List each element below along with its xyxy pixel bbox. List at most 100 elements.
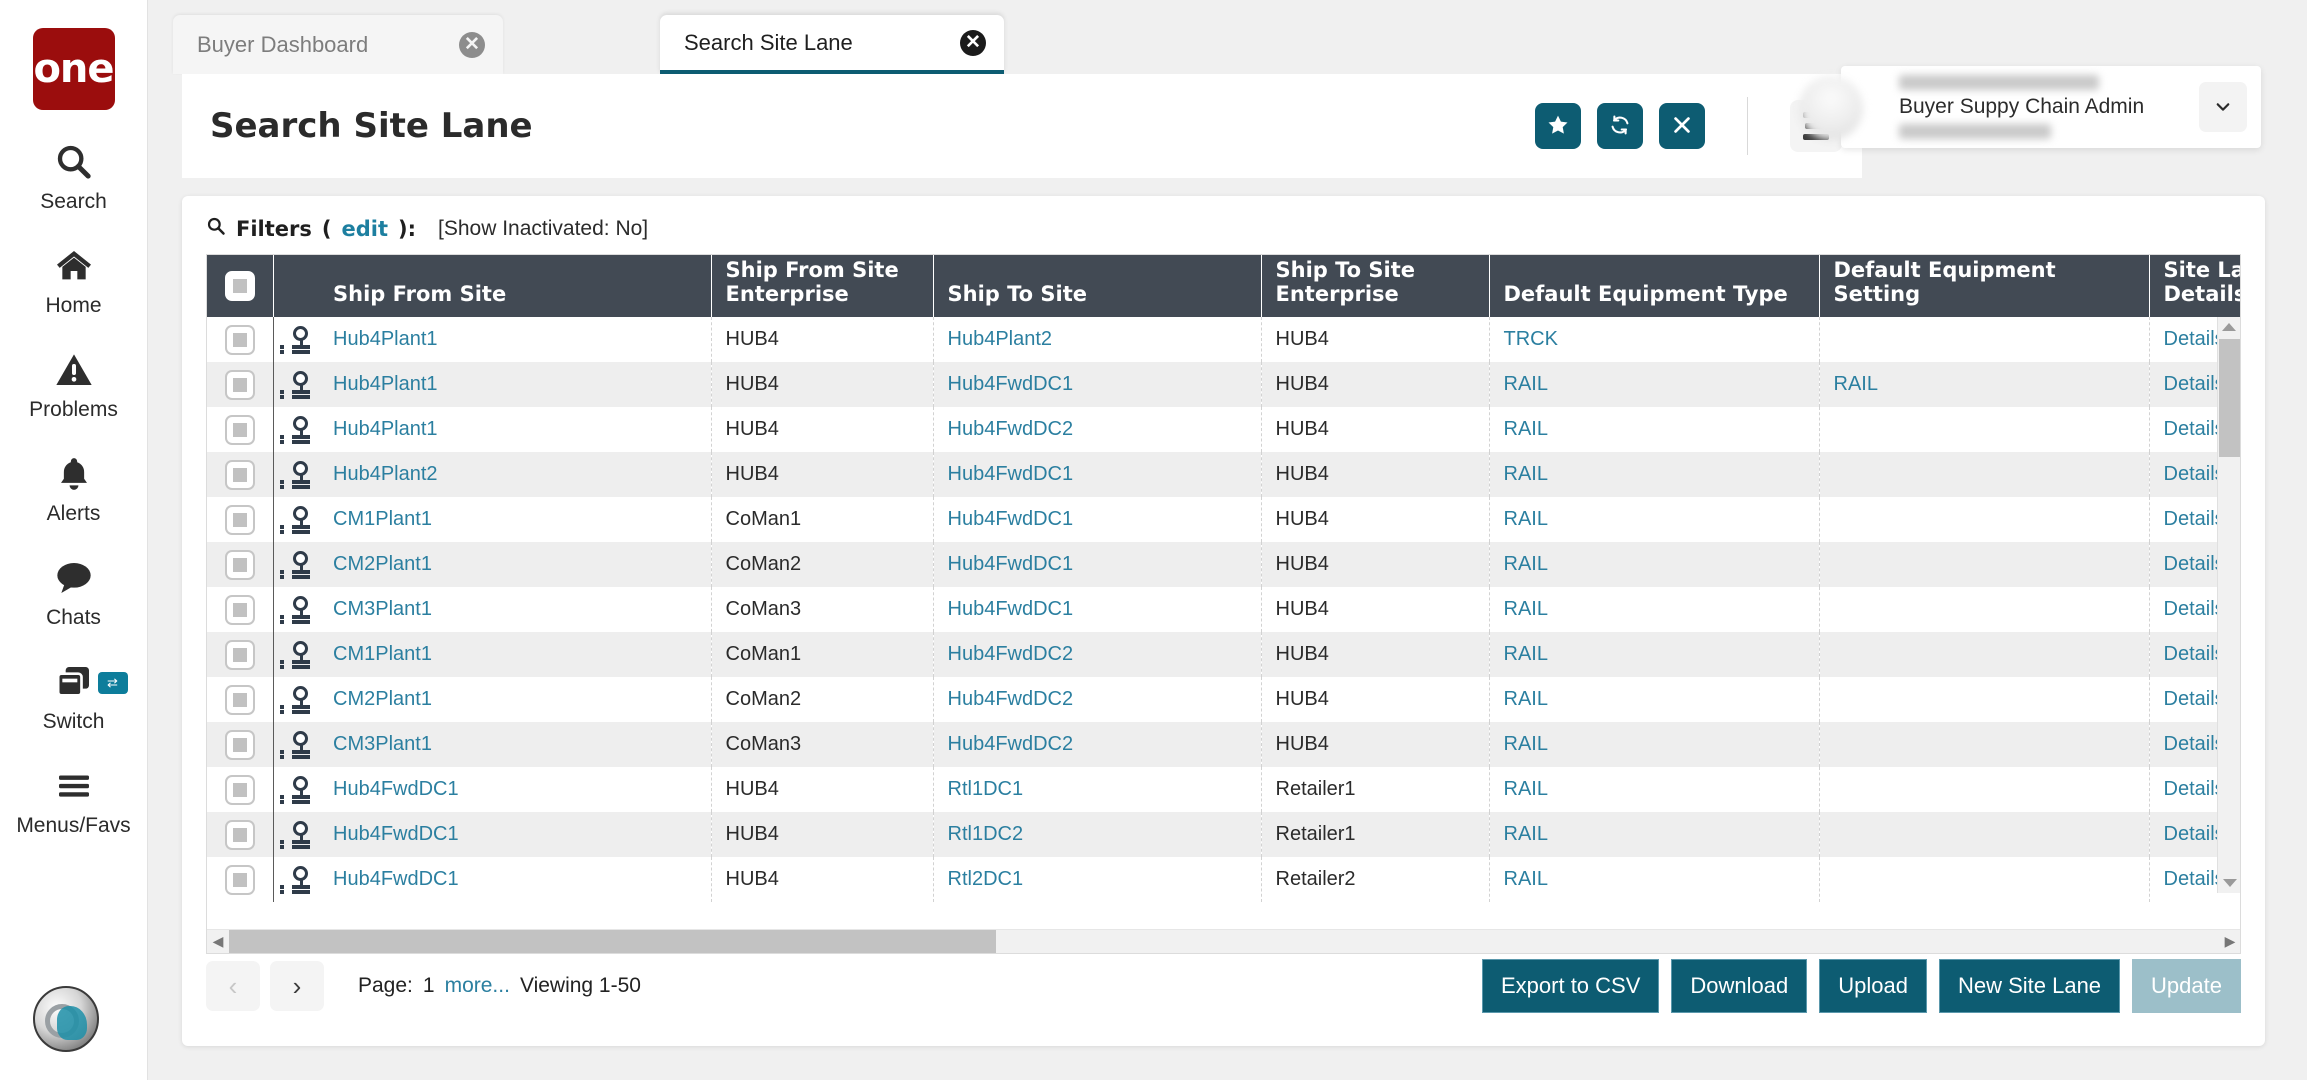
scroll-down-arrow[interactable] [2218,873,2240,893]
equipment-type-link[interactable]: RAIL [1504,418,1548,440]
equipment-type-link[interactable]: RAIL [1504,598,1548,620]
sidebar-item-chats[interactable]: Chats [0,556,148,630]
equipment-type-link[interactable]: RAIL [1504,508,1548,530]
equipment-type-link[interactable]: RAIL [1504,733,1548,755]
close-button[interactable] [1659,103,1705,149]
ship-to-site-link[interactable]: Hub4FwdDC1 [948,508,1074,530]
swap-arrows-icon[interactable]: ⇄ [97,672,128,694]
equipment-type-link[interactable]: RAIL [1504,778,1548,800]
tab-search-site-lane[interactable]: Search Site Lane ✕ [660,15,1004,74]
sidebar-item-alerts[interactable]: Alerts [0,452,148,526]
ship-from-site-link[interactable]: CM3Plant1 [333,733,432,755]
details-link[interactable]: Details [2164,598,2225,620]
close-circle-icon[interactable]: ✕ [960,29,986,56]
table-row[interactable]: Hub4Plant2 HUB4 Hub4FwdDC1 HUB4 RAIL Details [207,452,2240,497]
ship-to-site-link[interactable]: Rtl2DC1 [948,868,1024,890]
table-row[interactable]: Hub4Plant1 HUB4 Hub4FwdDC1 HUB4 RAIL RAIL Deta… [207,362,2240,407]
column-header-ship-from-site-enterprise[interactable]: Ship From Site Enterprise [711,255,934,317]
row-checkbox[interactable] [224,639,255,670]
table-row[interactable]: CM1Plant1 CoMan1 Hub4FwdDC1 HUB4 RAIL Details [207,497,2240,542]
equipment-setting-link[interactable]: RAIL [1834,373,1878,395]
previous-page-button[interactable]: ‹ [206,961,260,1011]
details-link[interactable]: Details [2164,508,2225,530]
row-checkbox[interactable] [224,864,255,895]
equipment-type-link[interactable]: RAIL [1504,553,1548,575]
row-checkbox[interactable] [224,324,255,355]
ship-from-site-link[interactable]: CM3Plant1 [333,598,432,620]
column-header-default-equipment-type[interactable]: Default Equipment Type [1489,255,1820,317]
sidebar-item-menus-favs[interactable]: Menus/Favs [0,764,148,838]
table-row[interactable]: CM3Plant1 CoMan3 Hub4FwdDC1 HUB4 RAIL Details [207,587,2240,632]
row-checkbox[interactable] [224,414,255,445]
equipment-type-link[interactable]: RAIL [1504,643,1548,665]
download-button[interactable]: Download [1671,959,1808,1013]
ship-from-site-link[interactable]: CM2Plant1 [333,688,432,710]
refresh-button[interactable] [1597,103,1643,149]
equipment-type-link[interactable]: RAIL [1504,373,1548,395]
ship-from-site-link[interactable]: Hub4FwdDC1 [333,778,459,800]
ship-to-site-link[interactable]: Hub4FwdDC2 [948,733,1074,755]
column-header-ship-to-site[interactable]: Ship To Site [933,255,1262,317]
ship-to-site-link[interactable]: Rtl1DC1 [948,778,1024,800]
row-checkbox[interactable] [224,684,255,715]
column-header-site-lane-details[interactable]: Site Lane Details [2149,255,2240,317]
table-vertical-scrollbar[interactable] [2217,317,2240,893]
ship-to-site-link[interactable]: Hub4FwdDC1 [948,598,1074,620]
tab-buyer-dashboard[interactable]: Buyer Dashboard ✕ [173,15,503,74]
table-row[interactable]: CM3Plant1 CoMan3 Hub4FwdDC2 HUB4 RAIL Details [207,722,2240,767]
table-row[interactable]: Hub4Plant1 HUB4 Hub4Plant2 HUB4 TRCK Details [207,317,2240,362]
equipment-type-link[interactable]: TRCK [1504,328,1558,350]
row-checkbox[interactable] [224,459,255,490]
ship-to-site-link[interactable]: Hub4FwdDC1 [948,553,1074,575]
column-header-ship-to-site-enterprise[interactable]: Ship To Site Enterprise [1261,255,1490,317]
more-pages-link[interactable]: more... [445,974,510,998]
chevron-down-icon[interactable] [2199,82,2247,132]
page-number[interactable]: 1 [423,974,435,998]
app-logo[interactable]: one [32,28,115,110]
table-row[interactable]: CM1Plant1 CoMan1 Hub4FwdDC2 HUB4 RAIL Details [207,632,2240,677]
close-circle-icon[interactable]: ✕ [459,31,485,58]
equipment-type-link[interactable]: RAIL [1504,463,1548,485]
column-header-default-equipment-setting[interactable]: Default Equipment Setting [1819,255,2150,317]
ship-from-site-link[interactable]: CM2Plant1 [333,553,432,575]
details-link[interactable]: Details [2164,823,2225,845]
ship-from-site-link[interactable]: Hub4Plant1 [333,328,438,350]
ship-to-site-link[interactable]: Hub4FwdDC2 [948,643,1074,665]
ship-to-site-link[interactable]: Hub4FwdDC1 [948,373,1074,395]
details-link[interactable]: Details [2164,688,2225,710]
ship-from-site-link[interactable]: Hub4Plant1 [333,418,438,440]
column-header-ship-from-site[interactable]: Ship From Site [319,255,712,317]
sidebar-item-switch[interactable]: ⇄ Switch [0,660,148,734]
table-row[interactable]: Hub4Plant1 HUB4 Hub4FwdDC2 HUB4 RAIL Details [207,407,2240,452]
export-to-csv-button[interactable]: Export to CSV [1482,959,1660,1013]
ship-to-site-link[interactable]: Hub4Plant2 [948,328,1053,350]
ship-to-site-link[interactable]: Hub4FwdDC2 [948,688,1074,710]
upload-button[interactable]: Upload [1819,959,1927,1013]
assistant-avatar[interactable] [33,986,99,1052]
ship-to-site-link[interactable]: Rtl1DC2 [948,823,1024,845]
details-link[interactable]: Details [2164,328,2225,350]
table-row[interactable]: CM2Plant1 CoMan2 Hub4FwdDC2 HUB4 RAIL Details [207,677,2240,722]
details-link[interactable]: Details [2164,643,2225,665]
new-site-lane-button[interactable]: New Site Lane [1938,959,2121,1013]
details-link[interactable]: Details [2164,868,2225,890]
ship-from-site-link[interactable]: CM1Plant1 [333,643,432,665]
row-checkbox[interactable] [224,729,255,760]
sidebar-item-problems[interactable]: Problems [0,348,148,422]
select-all-checkbox[interactable] [224,271,255,301]
ship-from-site-link[interactable]: Hub4FwdDC1 [333,823,459,845]
vertical-scroll-thumb[interactable] [2219,339,2240,457]
table-row[interactable]: Hub4FwdDC1 HUB4 Rtl2DC1 Retailer2 RAIL Detail… [207,857,2240,902]
table-row[interactable]: Hub4FwdDC1 HUB4 Rtl1DC1 Retailer1 RAIL Detail… [207,767,2240,812]
ship-from-site-link[interactable]: Hub4Plant1 [333,373,438,395]
details-link[interactable]: Details [2164,778,2225,800]
ship-to-site-link[interactable]: Hub4FwdDC1 [948,463,1074,485]
table-row[interactable]: CM2Plant1 CoMan2 Hub4FwdDC1 HUB4 RAIL Details [207,542,2240,587]
next-page-button[interactable]: › [270,961,324,1011]
details-link[interactable]: Details [2164,463,2225,485]
ship-from-site-link[interactable]: Hub4FwdDC1 [333,868,459,890]
details-link[interactable]: Details [2164,418,2225,440]
ship-to-site-link[interactable]: Hub4FwdDC2 [948,418,1074,440]
ship-from-site-link[interactable]: Hub4Plant2 [333,463,438,485]
details-link[interactable]: Details [2164,373,2225,395]
